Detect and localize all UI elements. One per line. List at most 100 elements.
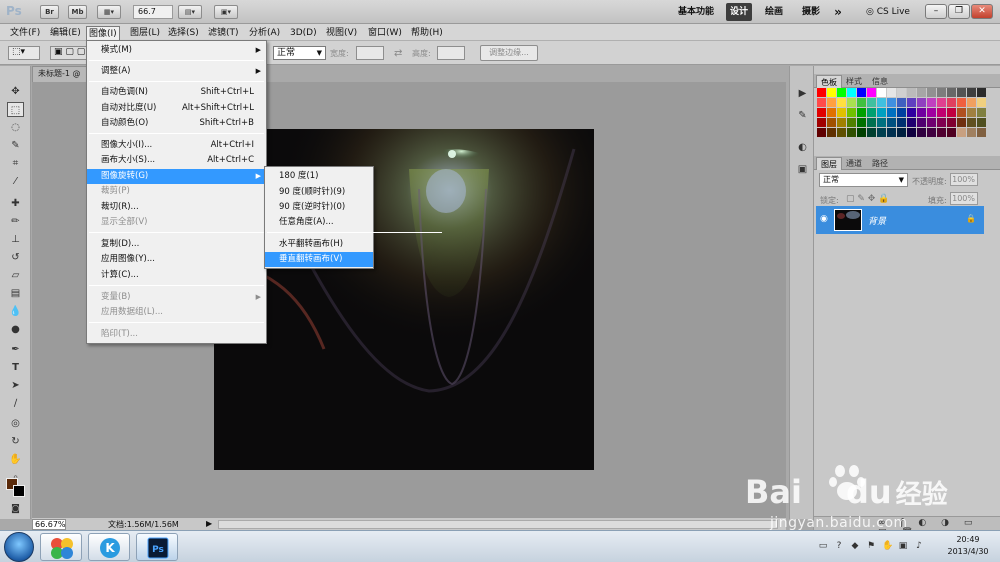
taskbar-clock[interactable]: 20:49 2013/4/30	[940, 534, 996, 558]
color-swatch[interactable]	[937, 118, 946, 127]
color-swatch[interactable]	[857, 98, 866, 107]
menu-item-adjustments[interactable]: 调整(A) ▶	[87, 64, 266, 79]
color-swatch[interactable]	[957, 88, 966, 97]
menu-item-rotate-180[interactable]: 180 度(1)	[265, 169, 373, 184]
color-swatch[interactable]	[827, 108, 836, 117]
color-swatch[interactable]	[967, 108, 976, 117]
color-swatch[interactable]	[927, 118, 936, 127]
color-swatch[interactable]	[847, 98, 856, 107]
color-swatch[interactable]	[817, 118, 826, 127]
menu-item-apply-image[interactable]: 应用图像(Y)...	[87, 252, 266, 267]
color-swatch[interactable]	[877, 88, 886, 97]
minibridge-button[interactable]: Mb	[68, 5, 87, 19]
workspace-design[interactable]: 设计	[726, 3, 752, 21]
color-swatch[interactable]	[817, 98, 826, 107]
color-swatch[interactable]	[937, 128, 946, 137]
tab-info[interactable]: 信息	[868, 75, 892, 88]
eyedropper-tool-icon[interactable]: ⁄	[7, 174, 24, 189]
color-swatch[interactable]	[917, 98, 926, 107]
color-swatch[interactable]	[867, 108, 876, 117]
menu-analysis[interactable]: 分析(A)	[247, 26, 282, 40]
tab-layers[interactable]: 图层	[816, 157, 842, 170]
color-swatch[interactable]	[947, 128, 956, 137]
color-swatch[interactable]	[947, 88, 956, 97]
color-swatch[interactable]	[887, 128, 896, 137]
marquee-tool-icon[interactable]: ⬚	[7, 102, 24, 117]
menu-item-rotate-90-ccw[interactable]: 90 度(逆时针)(0)	[265, 200, 373, 215]
color-swatch[interactable]	[827, 88, 836, 97]
color-swatch[interactable]	[917, 108, 926, 117]
menu-select[interactable]: 选择(S)	[166, 26, 201, 40]
color-swatch[interactable]	[917, 118, 926, 127]
color-swatch[interactable]	[927, 108, 936, 117]
windows-start-icon[interactable]	[4, 532, 34, 562]
color-swatch[interactable]	[927, 98, 936, 107]
color-swatch[interactable]	[957, 128, 966, 137]
menu-file[interactable]: 文件(F)	[8, 26, 42, 40]
zoom-status-field[interactable]: 66.67%	[32, 519, 66, 530]
color-swatch[interactable]	[897, 118, 906, 127]
color-swatch[interactable]	[907, 128, 916, 137]
color-swatch[interactable]	[817, 88, 826, 97]
tray-volume-icon[interactable]: ♪	[914, 541, 924, 551]
color-swatch[interactable]	[867, 88, 876, 97]
color-swatch[interactable]	[967, 128, 976, 137]
tray-help-icon[interactable]: ?	[834, 541, 844, 551]
cs-live-button[interactable]: ◎ CS Live	[858, 3, 918, 21]
tab-channels[interactable]: 通道	[842, 157, 866, 170]
tray-hand-icon[interactable]: ✋	[882, 541, 893, 551]
color-swatch[interactable]	[897, 98, 906, 107]
color-swatch[interactable]	[867, 118, 876, 127]
menu-item-duplicate[interactable]: 复制(D)...	[87, 237, 266, 252]
color-swatch[interactable]	[847, 118, 856, 127]
color-swatch[interactable]	[817, 108, 826, 117]
color-swatch[interactable]	[967, 88, 976, 97]
color-swatch[interactable]	[837, 118, 846, 127]
opacity-field[interactable]: 100%	[950, 173, 978, 186]
fill-field[interactable]: 100%	[950, 192, 978, 205]
workspace-painting[interactable]: 绘画	[760, 3, 788, 21]
menu-item-auto-contrast[interactable]: 自动对比度(U) Alt+Shift+Ctrl+L	[87, 101, 266, 116]
menu-3d[interactable]: 3D(D)	[288, 26, 319, 40]
minimize-button[interactable]: –	[925, 4, 947, 19]
path-select-tool-icon[interactable]: ➤	[7, 378, 24, 393]
workspace-photography[interactable]: 摄影	[797, 3, 825, 21]
color-swatch[interactable]	[867, 98, 876, 107]
color-swatch[interactable]	[887, 98, 896, 107]
arrange-documents-button[interactable]: ▤▾	[178, 5, 202, 19]
color-swatch[interactable]	[857, 118, 866, 127]
taskbar-app-photoshop[interactable]: Ps	[136, 533, 178, 561]
color-swatch[interactable]	[967, 118, 976, 127]
blend-mode-select[interactable]: 正常 ▼	[819, 173, 908, 187]
layer-row[interactable]: ◉ 背景 🔒	[816, 206, 984, 234]
color-swatch[interactable]	[907, 118, 916, 127]
color-swatch[interactable]	[927, 128, 936, 137]
blur-tool-icon[interactable]: 💧	[7, 304, 24, 319]
menu-item-apply-data-set[interactable]: 应用数据组(L)...	[87, 305, 266, 320]
bridge-button[interactable]: Br	[40, 5, 59, 19]
color-swatch[interactable]	[847, 88, 856, 97]
color-swatch[interactable]	[917, 88, 926, 97]
menu-item-variables[interactable]: 变量(B) ▶	[87, 290, 266, 305]
menu-window[interactable]: 窗口(W)	[366, 26, 404, 40]
color-swatch[interactable]	[947, 118, 956, 127]
menu-help[interactable]: 帮助(H)	[409, 26, 445, 40]
color-swatch[interactable]	[867, 128, 876, 137]
color-swatch[interactable]	[897, 88, 906, 97]
3d-rotate-tool-icon[interactable]: ◎	[7, 416, 24, 431]
background-color-swatch[interactable]	[13, 485, 25, 497]
healing-brush-tool-icon[interactable]: ✚	[7, 196, 24, 211]
menu-item-trim[interactable]: 裁切(R)...	[87, 200, 266, 215]
color-swatch[interactable]	[977, 118, 986, 127]
color-swatch[interactable]	[957, 98, 966, 107]
move-tool-icon[interactable]: ✥	[7, 84, 24, 99]
restore-button[interactable]: ❐	[948, 4, 970, 19]
menu-item-reveal-all[interactable]: 显示全部(V)	[87, 215, 266, 230]
tray-shield-icon[interactable]: ◆	[850, 541, 860, 551]
menu-item-canvas-size[interactable]: 画布大小(S)... Alt+Ctrl+C	[87, 153, 266, 168]
color-swatch[interactable]	[847, 128, 856, 137]
color-swatch[interactable]	[877, 98, 886, 107]
color-swatch[interactable]	[877, 128, 886, 137]
color-swatch[interactable]	[857, 128, 866, 137]
color-swatch[interactable]	[897, 128, 906, 137]
